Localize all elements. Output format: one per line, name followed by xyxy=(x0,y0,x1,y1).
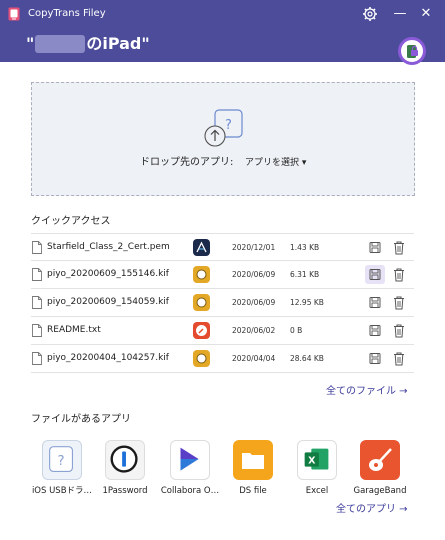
file-icon xyxy=(32,241,42,254)
drop-zone[interactable]: ? ドロップ先のアプリ: アプリを選択 ▾ xyxy=(31,82,415,196)
onepassword-app-icon[interactable] xyxy=(105,440,145,480)
file-name[interactable]: Starfield_Class_2_Cert.pem xyxy=(47,241,170,254)
file-icon xyxy=(32,268,42,281)
window-title: CopyTrans Filey xyxy=(28,8,106,19)
device-switch-button[interactable] xyxy=(398,37,426,65)
quick-access-title: クイックアクセス xyxy=(31,216,111,227)
svg-text:?: ? xyxy=(225,118,232,133)
compass-app-icon xyxy=(193,322,210,339)
upload-question-icon: ? xyxy=(204,109,243,147)
file-size: 6.31 KB xyxy=(290,270,320,279)
save-button[interactable] xyxy=(365,321,385,340)
delete-button[interactable] xyxy=(391,239,407,256)
drop-target-label: ドロップ先のアプリ: xyxy=(140,157,234,168)
trash-icon xyxy=(394,296,404,310)
device-name: " のiPad" xyxy=(26,32,150,56)
app-label[interactable]: 1Password xyxy=(90,485,160,497)
file-size: 12.95 KB xyxy=(290,298,324,307)
save-button[interactable] xyxy=(365,238,385,257)
device-owner-redacted xyxy=(35,35,86,53)
svg-text:X: X xyxy=(308,455,316,466)
file-icon xyxy=(32,352,42,365)
file-name[interactable]: piyo_20200609_154059.kif xyxy=(47,296,169,309)
question-app-icon[interactable]: ? xyxy=(42,440,82,480)
minimize-button[interactable]: — xyxy=(389,4,411,24)
header-bar: CopyTrans Filey — ✕ " のiPad" xyxy=(0,0,445,65)
folder-app-icon[interactable] xyxy=(233,440,273,480)
app-select-dropdown[interactable]: アプリを選択 ▾ xyxy=(245,156,306,170)
file-date: 2020/06/09 xyxy=(232,298,276,307)
file-row[interactable]: piyo_20200404_104257.kif 2020/04/04 28.64 … xyxy=(31,345,414,373)
shogi-app-icon xyxy=(193,294,210,311)
notation-app-icon xyxy=(193,239,210,256)
device-name-suffix: のiPad" xyxy=(86,34,150,53)
device-lock-icon xyxy=(407,45,418,58)
file-row[interactable]: piyo_20200609_154059.kif 2020/06/09 12.95 … xyxy=(31,289,414,317)
close-button[interactable]: ✕ xyxy=(415,4,437,24)
gear-icon[interactable] xyxy=(362,6,378,22)
app-label[interactable]: Excel xyxy=(282,485,352,497)
app-label[interactable]: iOS USBドラ… xyxy=(27,485,97,497)
save-icon xyxy=(369,242,381,253)
file-icon xyxy=(32,324,42,337)
file-size: 0 B xyxy=(290,326,303,335)
title-bar: CopyTrans Filey — ✕ xyxy=(0,0,445,28)
file-icon xyxy=(32,296,42,309)
delete-button[interactable] xyxy=(391,294,407,311)
save-button[interactable] xyxy=(365,293,385,312)
save-icon xyxy=(369,325,381,336)
shogi-app-icon xyxy=(193,350,210,367)
device-name-prefix: " xyxy=(26,34,35,53)
app-label[interactable]: DS file xyxy=(218,485,288,497)
trash-icon xyxy=(394,324,404,338)
file-row[interactable]: Starfield_Class_2_Cert.pem 2020/12/01 1.43… xyxy=(31,233,414,261)
app-label[interactable]: GarageBand xyxy=(345,485,415,497)
save-icon xyxy=(369,269,381,280)
collabora-app-icon[interactable] xyxy=(170,440,210,480)
all-apps-link[interactable]: 全てのアプリ → xyxy=(336,503,408,517)
file-name[interactable]: piyo_20200609_155146.kif xyxy=(47,268,169,281)
apps-section-title: ファイルがあるアプリ xyxy=(31,414,131,425)
file-date: 2020/06/02 xyxy=(232,326,276,335)
trash-icon xyxy=(394,241,404,255)
file-size: 1.43 KB xyxy=(290,243,320,252)
delete-button[interactable] xyxy=(391,350,407,367)
trash-icon xyxy=(394,268,404,282)
save-icon xyxy=(369,353,381,364)
save-button[interactable] xyxy=(365,265,385,284)
save-icon xyxy=(369,297,381,308)
trash-icon xyxy=(394,352,404,366)
shogi-app-icon xyxy=(193,266,210,283)
svg-text:?: ? xyxy=(58,454,65,469)
file-row[interactable]: README.txt 2020/06/02 0 B xyxy=(31,317,414,345)
all-files-link[interactable]: 全てのファイル → xyxy=(326,385,408,399)
app-label[interactable]: Collabora O… xyxy=(155,485,225,497)
delete-button[interactable] xyxy=(391,322,407,339)
file-date: 2020/04/04 xyxy=(232,354,276,363)
file-name[interactable]: README.txt xyxy=(47,324,101,337)
file-name[interactable]: piyo_20200404_104257.kif xyxy=(47,352,169,365)
excel-app-icon[interactable]: X xyxy=(297,440,337,480)
save-button[interactable] xyxy=(365,349,385,368)
copytrans-logo-icon xyxy=(8,7,20,21)
file-size: 28.64 KB xyxy=(290,354,324,363)
file-date: 2020/06/09 xyxy=(232,270,276,279)
delete-button[interactable] xyxy=(391,266,407,283)
guitar-app-icon[interactable] xyxy=(360,440,400,480)
file-row[interactable]: piyo_20200609_155146.kif 2020/06/09 6.31 K… xyxy=(31,261,414,289)
file-date: 2020/12/01 xyxy=(232,243,276,252)
